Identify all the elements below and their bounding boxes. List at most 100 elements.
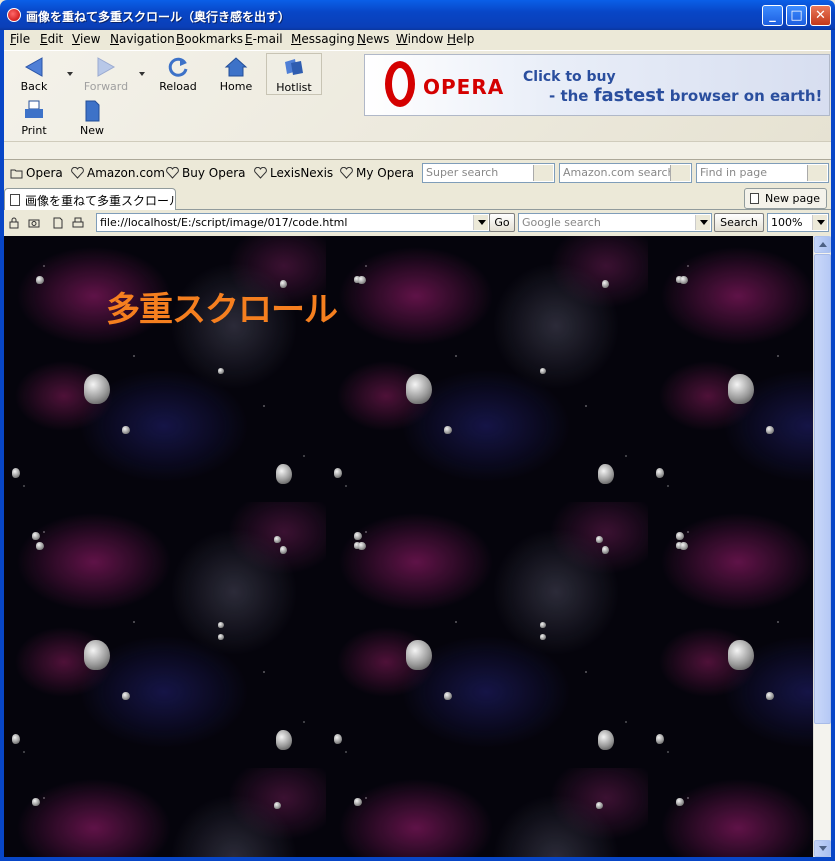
asteroid-sprite [676,798,684,806]
maximize-button[interactable]: □ [786,5,807,26]
find-in-page-input[interactable]: Find in page [696,163,829,183]
google-search-dropdown-arrow[interactable] [695,215,710,230]
print-button[interactable]: Print [6,97,62,141]
asteroid-sprite [122,692,130,700]
banner-brand: OPERA [423,75,505,99]
asteroid-sprite [218,368,224,374]
toolbar-strip [4,141,831,159]
printer-icon [25,100,43,118]
hotlist-icon [285,59,303,75]
asteroid-sprite [218,634,224,640]
bookmark-amazon[interactable]: Amazon.com [71,166,165,180]
window-title-bar[interactable]: 画像を重ねて多重スクロール（奥行き感を出す） _ □ ✕ [0,0,835,30]
asteroid-sprite [32,798,40,806]
forward-arrow-icon [97,57,116,77]
opera-ad-banner[interactable]: OPERA Click to buy - the fastest browser… [364,54,830,116]
window-title: 画像を重ねて多重スクロール（奥行き感を出す） [26,10,291,24]
zoom-select[interactable]: 100% [767,213,829,232]
asteroid-sprite [358,542,366,550]
shopping-cart-icon[interactable] [670,165,690,181]
menu-bookmarks[interactable]: Bookmarks [176,32,243,46]
forward-history-dropdown[interactable] [139,72,145,76]
banner-slogan-line2: - the fastest browser on earth! [549,85,823,106]
back-history-dropdown[interactable] [67,72,73,76]
window-frame-bottom [0,857,835,861]
super-search-input[interactable]: Super search [422,163,555,183]
asteroid-sprite [602,280,609,288]
asteroid-sprite [596,802,603,809]
close-button[interactable]: ✕ [810,5,831,26]
scroll-thumb[interactable] [814,254,831,724]
minimize-button[interactable]: _ [762,5,783,26]
new-document-icon [85,100,100,122]
menu-email[interactable]: E-mail [245,32,283,46]
new-page-icon [750,193,760,204]
asteroid-sprite [274,536,281,543]
menu-navigation[interactable]: Navigation [110,32,175,46]
window-frame-right [831,30,835,861]
asteroid-sprite [596,536,603,543]
home-button[interactable]: Home [208,53,264,97]
asteroid-sprite [12,734,20,744]
bookmark-buy-opera[interactable]: Buy Opera [166,166,246,180]
asteroid-sprite [728,374,754,404]
vertical-scrollbar[interactable] [813,236,831,857]
asteroid-sprite [358,276,366,284]
amazon-search-input[interactable]: Amazon.com search [559,163,692,183]
heart-icon [254,167,267,179]
menu-view[interactable]: View [72,32,100,46]
go-button[interactable]: Go [489,213,515,232]
asteroid-sprite [444,426,452,434]
asteroid-sprite [766,692,774,700]
asteroid-sprite [680,542,688,550]
search-button[interactable]: Search [714,213,764,232]
opera-app-icon[interactable] [7,8,21,22]
address-input[interactable]: file://localhost/E:/script/image/017/cod… [96,213,490,232]
asteroid-sprite [602,546,609,554]
hotlist-button[interactable]: Hotlist [266,53,322,95]
asteroid-sprite [84,640,110,670]
menu-news[interactable]: News [357,32,389,46]
asteroid-sprite [680,276,688,284]
print-preview-icon[interactable] [72,217,84,229]
google-search-input[interactable]: Google search [518,213,712,232]
forward-button[interactable]: Forward [78,53,134,97]
lock-icon[interactable] [8,217,20,229]
menu-messaging[interactable]: Messaging [291,32,355,46]
asteroid-sprite [12,468,20,478]
bookmark-my-opera[interactable]: My Opera [340,166,414,180]
bookmark-opera[interactable]: Opera [10,166,63,180]
asteroid-sprite [36,276,44,284]
bookmark-lexisnexis[interactable]: LexisNexis [254,166,333,180]
new-button[interactable]: New [64,97,120,141]
menu-window[interactable]: Window [396,32,443,46]
magnifier-icon[interactable] [807,165,827,181]
menu-file[interactable]: File [10,32,30,46]
search-go-icon[interactable] [533,165,553,181]
camera-icon[interactable] [28,217,40,229]
opera-logo-icon [385,61,415,107]
window-frame-left [0,30,4,861]
menu-edit[interactable]: Edit [40,32,63,46]
menu-help[interactable]: Help [447,32,474,46]
heart-icon [340,167,353,179]
asteroid-sprite [598,730,614,750]
scroll-up-button[interactable] [814,236,831,253]
scroll-down-button[interactable] [814,840,831,857]
home-icon [224,57,248,77]
address-dropdown-arrow[interactable] [473,215,488,230]
asteroid-sprite [406,640,432,670]
page-info-icon[interactable] [52,217,64,229]
new-page-button[interactable]: New page [744,188,827,209]
asteroid-sprite [354,532,362,540]
heart-icon [166,167,179,179]
zoom-dropdown-arrow[interactable] [812,215,827,230]
main-toolbar: Back Forward Reload Home Hotlist Print N… [4,50,831,160]
asteroid-sprite [728,640,754,670]
banner-slogan-line1: Click to buy [523,69,616,85]
tab-active-page[interactable]: 画像を重ねて多重スクロール(... [4,188,176,210]
asteroid-sprite [274,802,281,809]
reload-button[interactable]: Reload [150,53,206,97]
back-button[interactable]: Back [6,53,62,97]
asteroid-sprite [280,546,287,554]
